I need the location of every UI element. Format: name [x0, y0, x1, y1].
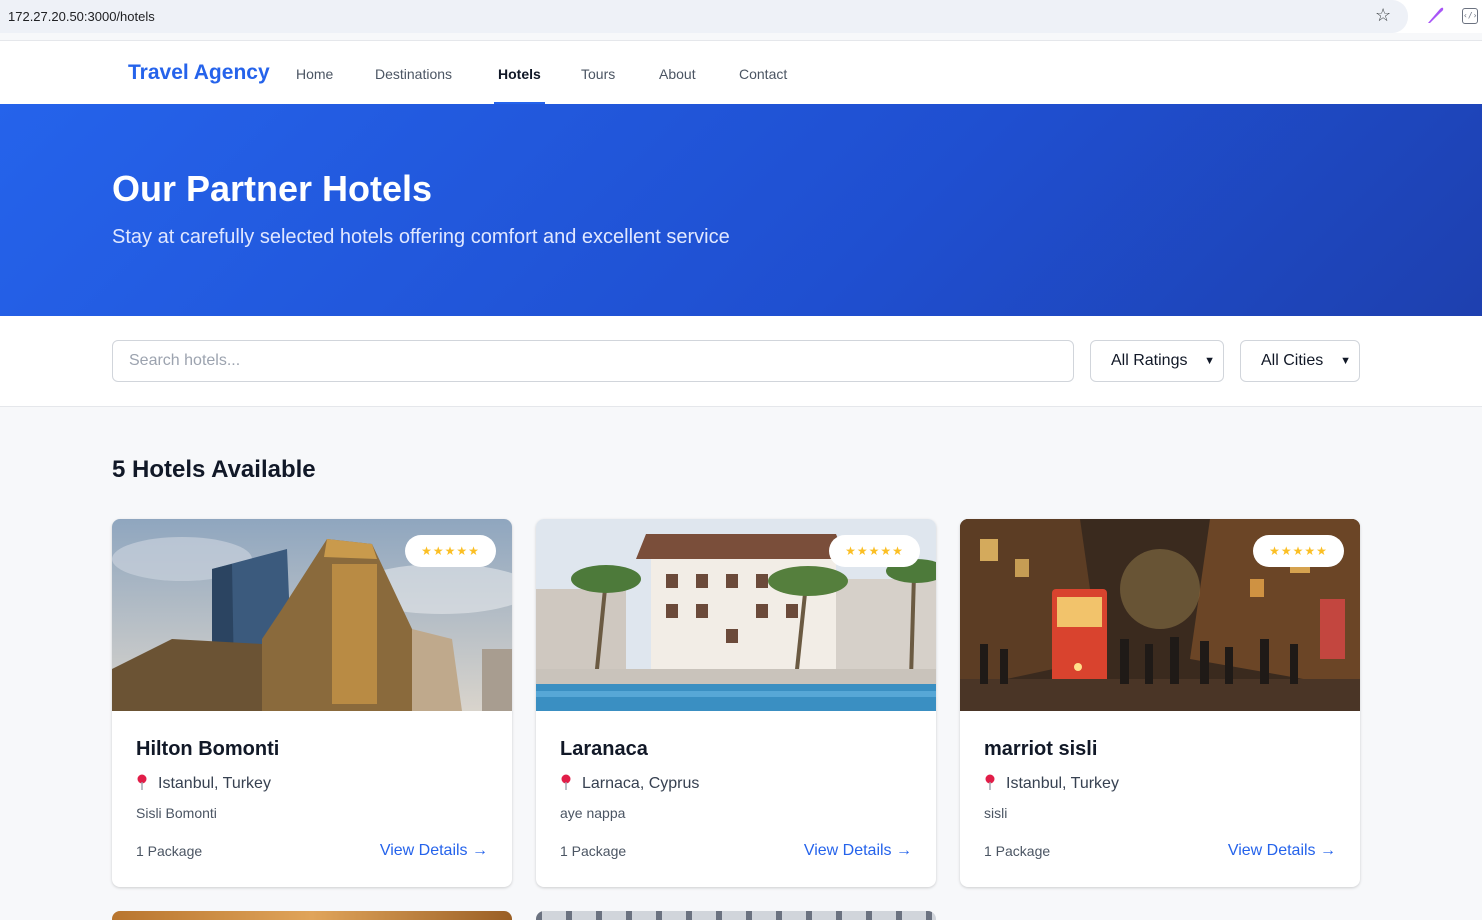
search-input[interactable] [112, 340, 1074, 382]
hotel-location-text: Istanbul, Turkey [158, 775, 271, 792]
nav-contact[interactable]: Contact [739, 66, 787, 82]
hotel-area: sisli [984, 805, 1008, 821]
rating-stars: ★★★★★ [1253, 535, 1344, 567]
results-count: 5 Hotels Available [112, 456, 316, 483]
location-pin-icon [561, 774, 571, 790]
view-details-link[interactable]: View Details → [380, 842, 488, 860]
brand-logo[interactable]: Travel Agency [128, 61, 270, 85]
hotel-card-partial[interactable] [112, 911, 512, 920]
hero-banner: Our Partner Hotels Stay at carefully sel… [0, 104, 1482, 316]
hotel-name: marriot sisli [984, 738, 1098, 760]
package-count: 1 Package [984, 843, 1051, 859]
bookmark-star-icon[interactable]: ☆ [1375, 5, 1391, 26]
hotel-image: ★★★★★ [960, 519, 1360, 711]
quill-extension-icon[interactable] [1426, 5, 1444, 25]
view-details-link[interactable]: View Details → [1228, 842, 1336, 860]
devtools-extension-icon[interactable]: ‹/› [1462, 8, 1478, 24]
filter-bar: All Ratings ▼ All Cities ▼ [0, 316, 1482, 407]
chevron-down-icon: ▼ [1204, 355, 1215, 367]
hotel-name: Laranaca [560, 738, 648, 760]
rating-select[interactable]: All Ratings ▼ [1090, 340, 1224, 382]
url-text[interactable]: 172.27.20.50:3000/hotels [8, 9, 155, 24]
page-subtitle: Stay at carefully selected hotels offeri… [112, 226, 730, 248]
site-navbar: Travel Agency Home Destinations Hotels T… [0, 40, 1482, 105]
hotel-location-text: Larnaca, Cyprus [582, 775, 700, 792]
hotel-card-partial[interactable] [536, 911, 936, 920]
hotel-card[interactable]: ★★★★★ marriot sisli Istanbul, Turkey sis… [960, 519, 1360, 887]
nav-destinations[interactable]: Destinations [375, 66, 452, 82]
hotel-image: ★★★★★ [536, 519, 936, 711]
page-title: Our Partner Hotels [112, 168, 433, 209]
nav-hotels[interactable]: Hotels [498, 66, 541, 82]
hotel-card[interactable]: ★★★★★ Hilton Bomonti Istanbul, Turkey Si… [112, 519, 512, 887]
hotel-image: ★★★★★ [112, 519, 512, 711]
address-bar[interactable]: 172.27.20.50:3000/hotels [0, 0, 1408, 33]
location-pin-icon [985, 774, 995, 790]
hotel-area: aye nappa [560, 805, 626, 821]
rating-select-value: All Ratings [1111, 352, 1188, 369]
location-pin-icon [137, 774, 147, 790]
view-details-link[interactable]: View Details → [804, 842, 912, 860]
hotel-location-text: Istanbul, Turkey [1006, 775, 1119, 792]
package-count: 1 Package [560, 843, 627, 859]
hotel-location: Istanbul, Turkey [984, 774, 1119, 793]
browser-toolbar: 172.27.20.50:3000/hotels ☆ ‹/› [0, 0, 1482, 33]
nav-home[interactable]: Home [296, 66, 333, 82]
city-select[interactable]: All Cities ▼ [1240, 340, 1360, 382]
package-count: 1 Package [136, 843, 203, 859]
nav-tours[interactable]: Tours [581, 66, 615, 82]
hotel-name: Hilton Bomonti [136, 738, 280, 760]
hotel-card[interactable]: ★★★★★ Laranaca Larnaca, Cyprus aye nappa… [536, 519, 936, 887]
hotel-location: Istanbul, Turkey [136, 774, 271, 793]
nav-about[interactable]: About [659, 66, 696, 82]
rating-stars: ★★★★★ [829, 535, 920, 567]
rating-stars: ★★★★★ [405, 535, 496, 567]
city-select-value: All Cities [1261, 352, 1324, 369]
chevron-down-icon: ▼ [1340, 355, 1351, 367]
hotel-area: Sisli Bomonti [136, 805, 217, 821]
hotel-location: Larnaca, Cyprus [560, 774, 699, 793]
